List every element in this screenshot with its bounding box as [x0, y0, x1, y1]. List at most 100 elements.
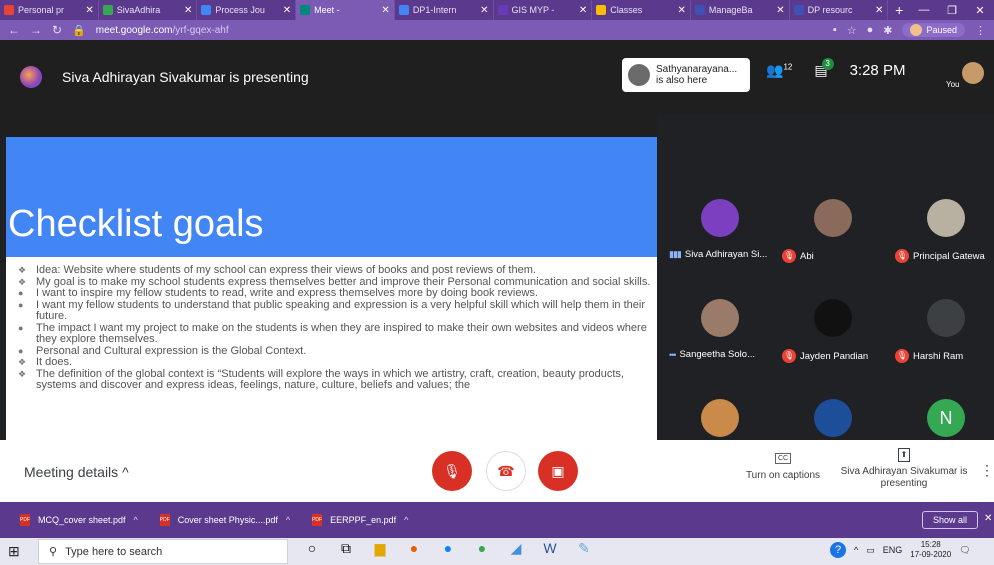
forward-icon[interactable]: → — [30, 23, 42, 37]
camera-icon[interactable]: ▪ — [833, 24, 837, 36]
self-avatar[interactable] — [962, 62, 984, 84]
slide-bullet: ● Personal and Cultural expression is the… — [18, 345, 653, 358]
browser-tab[interactable]: ManageBa ✕ — [691, 0, 790, 20]
more-options-icon[interactable]: ⋮ — [980, 462, 994, 479]
paint-icon[interactable]: ✎ — [576, 540, 592, 557]
notifications-icon[interactable]: 🗨 — [959, 545, 970, 556]
browser-tab[interactable]: DP1-Intern ✕ — [395, 0, 494, 20]
presenter-avatar — [20, 66, 42, 88]
leave-call-button[interactable]: ☎ — [486, 451, 526, 491]
avatar — [814, 399, 852, 437]
star-icon[interactable]: ☆ — [847, 24, 857, 37]
file-explorer-icon[interactable]: ▆ — [372, 540, 388, 557]
chat-button[interactable]: ▤ 3 — [814, 58, 834, 79]
chrome-icon[interactable]: ● — [474, 540, 490, 557]
tab-close-icon[interactable]: ✕ — [875, 5, 883, 16]
edge-icon[interactable]: ● — [440, 540, 456, 557]
tab-favicon-icon — [398, 5, 409, 15]
avatar — [927, 299, 965, 337]
help-icon[interactable]: ? — [830, 542, 846, 558]
close-icon[interactable]: ✕ — [966, 4, 994, 17]
participant-tile[interactable]: ▮▮▮ Siva Adhirayan Si... — [667, 199, 779, 294]
chevron-up-icon: ^ — [122, 464, 129, 480]
language-indicator[interactable]: ENG — [883, 545, 903, 555]
taskbar-search[interactable]: ⚲ Type here to search — [38, 539, 288, 564]
download-item[interactable]: PDF EERPPF_en.pdf ^ — [312, 514, 408, 526]
menu-icon[interactable]: ⋮ — [975, 24, 986, 37]
presenting-title: Siva Adhirayan Sivakumar is presenting — [62, 69, 309, 85]
url-host: meet.google.com — [95, 24, 173, 36]
task-view-icon[interactable]: ⧉ — [338, 540, 354, 557]
tab-close-icon[interactable]: ✕ — [184, 5, 192, 16]
meeting-details-button[interactable]: Meeting details ^ — [24, 464, 129, 480]
also-here-notice[interactable]: Sathyanarayana... is also here — [622, 58, 750, 92]
participant-tile[interactable]: 🎙 Harshi Ram — [893, 299, 994, 394]
battery-icon[interactable]: ▭ — [866, 545, 875, 556]
profile-button[interactable]: Paused — [902, 23, 965, 37]
maximize-icon[interactable]: ❐ — [938, 4, 966, 17]
app-icon[interactable]: ◢ — [508, 540, 524, 557]
tab-close-icon[interactable]: ✕ — [381, 5, 389, 16]
browser-tab[interactable]: Personal pr ✕ — [0, 0, 99, 20]
cortana-icon[interactable]: ○ — [304, 540, 320, 557]
browser-tab[interactable]: SivaAdhira ✕ — [99, 0, 198, 20]
tab-favicon-icon — [201, 5, 212, 15]
back-icon[interactable]: ← — [8, 23, 20, 37]
browser-tab[interactable]: GIS MYP - ✕ — [494, 0, 593, 20]
also-here-text: Sathyanarayana... is also here — [656, 64, 737, 86]
tab-label: Meet - — [314, 5, 340, 15]
download-item[interactable]: PDF MCQ_cover sheet.pdf ^ — [20, 514, 138, 526]
show-all-downloads-button[interactable]: Show all — [922, 511, 979, 529]
present-icon: ⬆ — [897, 448, 911, 462]
slide-bullet: ❖ It does. — [18, 356, 653, 369]
search-placeholder: Type here to search — [65, 545, 163, 558]
participant-tile[interactable]: 🎙 Jayden Pandian — [780, 299, 892, 394]
chevron-up-icon[interactable]: ^ — [854, 545, 858, 555]
also-here-name: Sathyanarayana... — [656, 64, 738, 75]
slide-bullet: ❖ Idea: Website where students of my scho… — [18, 264, 653, 277]
extension-icon[interactable]: ● — [867, 24, 874, 36]
browser-tab[interactable]: Classes ✕ — [592, 0, 691, 20]
url-field[interactable]: meet.google.com/yrf-gqex-ahf — [96, 25, 823, 36]
taskbar-clock[interactable]: 15:28 17-09-2020 — [910, 540, 951, 560]
chevron-up-icon[interactable]: ^ — [286, 515, 290, 525]
browser-tab[interactable]: Process Jou ✕ — [197, 0, 297, 20]
chevron-up-icon[interactable]: ^ — [134, 515, 138, 525]
browser-tab[interactable]: DP resourc ✕ — [790, 0, 889, 20]
clock: 3:28 PM — [849, 62, 906, 79]
participant-tile[interactable]: 🎙 Abi — [780, 199, 892, 294]
browser-tab[interactable]: Meet - ✕ — [296, 0, 395, 20]
chevron-up-icon[interactable]: ^ — [404, 515, 408, 525]
close-downloads-icon[interactable]: ✕ — [984, 513, 992, 524]
avatar — [814, 199, 852, 237]
more-icon: ••• — [669, 349, 677, 360]
microphone-toggle-button[interactable]: 🎙 — [432, 451, 472, 491]
tab-close-icon[interactable]: ✕ — [480, 5, 488, 16]
tab-close-icon[interactable]: ✕ — [579, 5, 587, 16]
firefox-icon[interactable]: ● — [406, 540, 422, 557]
people-button[interactable]: 👥12 — [766, 62, 792, 79]
tab-close-icon[interactable]: ✕ — [283, 5, 291, 16]
participant-tile[interactable]: 🎙 Principal Gatewa — [893, 199, 994, 294]
tab-close-icon[interactable]: ✕ — [85, 5, 93, 16]
bullet-text: I want to inspire my fellow students to … — [36, 287, 538, 299]
participants-panel: ▮▮▮ Siva Adhirayan Si... 🎙 Abi 🎙 Principal Ga… — [657, 115, 994, 440]
captions-button[interactable]: CC Turn on captions — [740, 452, 826, 481]
minimize-icon[interactable]: — — [910, 4, 938, 17]
camera-toggle-button[interactable]: ▣ — [538, 451, 578, 491]
tab-close-icon[interactable]: ✕ — [678, 5, 686, 16]
bullet-marker: ❖ — [18, 357, 27, 367]
windows-start-icon[interactable]: ⊞ — [8, 543, 20, 560]
download-item[interactable]: PDF Cover sheet Physic....pdf ^ — [159, 514, 290, 526]
present-button[interactable]: ⬆ Siva Adhirayan Sivakumar is presenting — [836, 448, 972, 490]
word-icon[interactable]: W — [542, 540, 558, 557]
you-label: You — [946, 80, 960, 89]
puzzle-icon[interactable]: ✱ — [883, 24, 892, 37]
tab-close-icon[interactable]: ✕ — [776, 5, 784, 16]
bullet-text: Idea: Website where students of my schoo… — [36, 264, 536, 276]
reload-icon[interactable]: ↻ — [52, 23, 62, 37]
participant-tile[interactable]: ••• Sangeetha Solo... — [667, 299, 779, 394]
bullet-text: The impact I want my project to make on … — [36, 321, 647, 345]
avatar — [701, 299, 739, 337]
new-tab-button[interactable]: + — [888, 2, 910, 18]
